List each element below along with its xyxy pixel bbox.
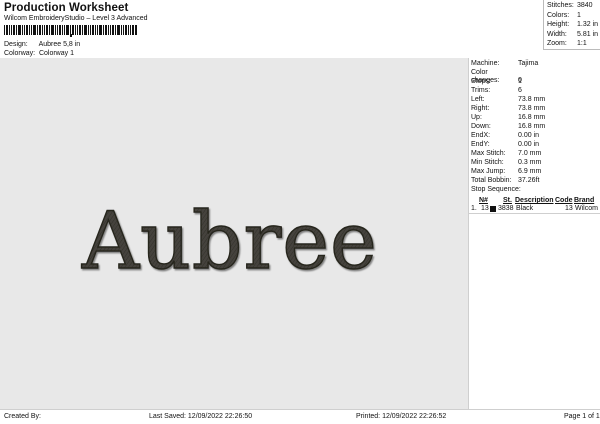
machine-info-label: Machine: [471, 60, 500, 67]
machine-info-row: Right: 73.8 mm [471, 105, 545, 113]
machine-info-value: Tajima [518, 60, 539, 67]
machine-info-value: 6.9 mm [518, 168, 542, 175]
design-value: Aubree 5,8 in [38, 41, 81, 48]
machine-info-value: 6 [518, 87, 522, 94]
colorway-label: Colorway: [4, 50, 36, 57]
machine-info-row: Max Stitch: 7.0 mm [471, 150, 541, 158]
colors-label: Colors: [547, 11, 570, 19]
machine-info-value: 0.3 mm [518, 159, 542, 166]
row-index: 1. [471, 205, 477, 212]
machine-info-value: 0.00 in [518, 132, 540, 139]
machine-info-label: Up: [471, 114, 482, 121]
col-n: N# [479, 197, 488, 204]
embroidered-design-text: Aubree [81, 195, 378, 287]
machine-info-value: 0.00 in [518, 141, 540, 148]
stop-sequence-divider [469, 213, 600, 214]
machine-info-value: 16.8 mm [518, 123, 546, 130]
col-brand: Brand [574, 197, 595, 204]
machine-info-label: Right: [471, 105, 490, 112]
worksheet-footer: Created By: Last Saved: 12/09/2022 22:26… [0, 409, 600, 424]
stitches-row: Stitches: 3840 [547, 2, 593, 10]
width-row: Width: 5.81 in [547, 31, 598, 39]
machine-info-value: 16.8 mm [518, 114, 546, 121]
row-description: Black [516, 205, 534, 212]
colors-value: 1 [577, 11, 581, 19]
height-value: 1.32 in [577, 21, 599, 28]
stop-sequence-label: Stop Sequence: [471, 186, 521, 193]
col-code: Code [555, 197, 573, 204]
software-subtitle: Wilcom EmbroideryStudio – Level 3 Advanc… [4, 15, 148, 22]
machine-info-row: Stops: 1 [471, 78, 522, 86]
barcode-image [4, 25, 137, 37]
last-saved: Last Saved: 12/09/2022 22:26:50 [149, 413, 253, 420]
machine-info-label: Total Bobbin: [471, 177, 512, 184]
machine-info-value: 37.26ft [518, 177, 540, 184]
machine-info-label: Trims: [471, 87, 491, 94]
machine-info-row: Up: 16.8 mm [471, 114, 545, 122]
embroidery-preview: Aubree [80, 194, 378, 287]
height-row: Height: 1.32 in [547, 21, 598, 29]
zoom-row: Zoom: 1:1 [547, 40, 587, 48]
machine-info-row: Min Stitch: 0.3 mm [471, 159, 541, 167]
worksheet-header: Production Worksheet Wilcom EmbroiderySt… [0, 0, 543, 58]
width-label: Width: [547, 30, 567, 38]
created-by: Created By: [4, 413, 41, 420]
col-description: Description [515, 197, 554, 204]
colorway-value: Colorway 1 [38, 50, 74, 57]
machine-info-row: Max Jump: 6.9 mm [471, 168, 541, 176]
page-title: Production Worksheet [4, 2, 129, 14]
machine-info-row: EndX: 0.00 in [471, 132, 539, 140]
row-code: 13 [565, 205, 573, 212]
machine-info-label: Stops: [471, 78, 491, 85]
stitches-label: Stitches: [547, 2, 574, 9]
machine-info-row: Left: 73.8 mm [471, 96, 545, 104]
machine-info-value: 1 [518, 78, 522, 85]
machine-info-value: 73.8 mm [518, 105, 546, 112]
machine-info-row: Total Bobbin: 37.26ft [471, 177, 539, 185]
machine-info-label: EndX: [471, 132, 491, 139]
machine-info-row: Machine: Tajima [471, 60, 538, 68]
printed-date: Printed: 12/09/2022 22:26:52 [356, 413, 447, 420]
machine-info-label: Down: [471, 123, 491, 130]
page-number: Page 1 of 1 [564, 413, 600, 420]
machine-info-label: Max Stitch: [471, 150, 506, 157]
machine-info-value: 73.8 mm [518, 96, 546, 103]
machine-info-row: EndY: 0.00 in [471, 141, 539, 149]
zoom-label: Zoom: [547, 40, 567, 47]
design-label: Design: [4, 41, 28, 48]
col-st: St. [503, 197, 512, 204]
row-brand: Wilcom [575, 205, 598, 212]
zoom-value: 1:1 [577, 40, 587, 47]
thread-color-swatch [490, 206, 496, 212]
machine-details-panel: Machine: Tajima Color changes: 0 Stops: 1 Trim… [468, 58, 600, 409]
machine-info-row: Down: 16.8 mm [471, 123, 545, 131]
design-preview-canvas: Aubree [0, 58, 468, 409]
width-value: 5.81 in [577, 30, 599, 38]
machine-info-label: Min Stitch: [471, 159, 504, 166]
machine-info-label: Max Jump: [471, 168, 506, 175]
machine-info-label: EndY: [471, 141, 490, 148]
machine-info-label: Left: [471, 96, 485, 103]
colorway-row: Colorway: Colorway 1 [4, 50, 74, 58]
design-stats-box: Stitches: 3840 Colors: 1 Height: 1.32 in Wi… [543, 0, 600, 50]
row-st: 3838 [498, 205, 514, 212]
height-label: Height: [547, 21, 570, 28]
machine-info-row: Trims: 6 [471, 87, 522, 95]
stitches-value: 3840 [577, 2, 593, 9]
row-n: 13 [481, 205, 489, 212]
design-name-row: Design: Aubree 5,8 in [4, 41, 80, 49]
colors-row: Colors: 1 [547, 12, 581, 20]
machine-info-value: 7.0 mm [518, 150, 542, 157]
